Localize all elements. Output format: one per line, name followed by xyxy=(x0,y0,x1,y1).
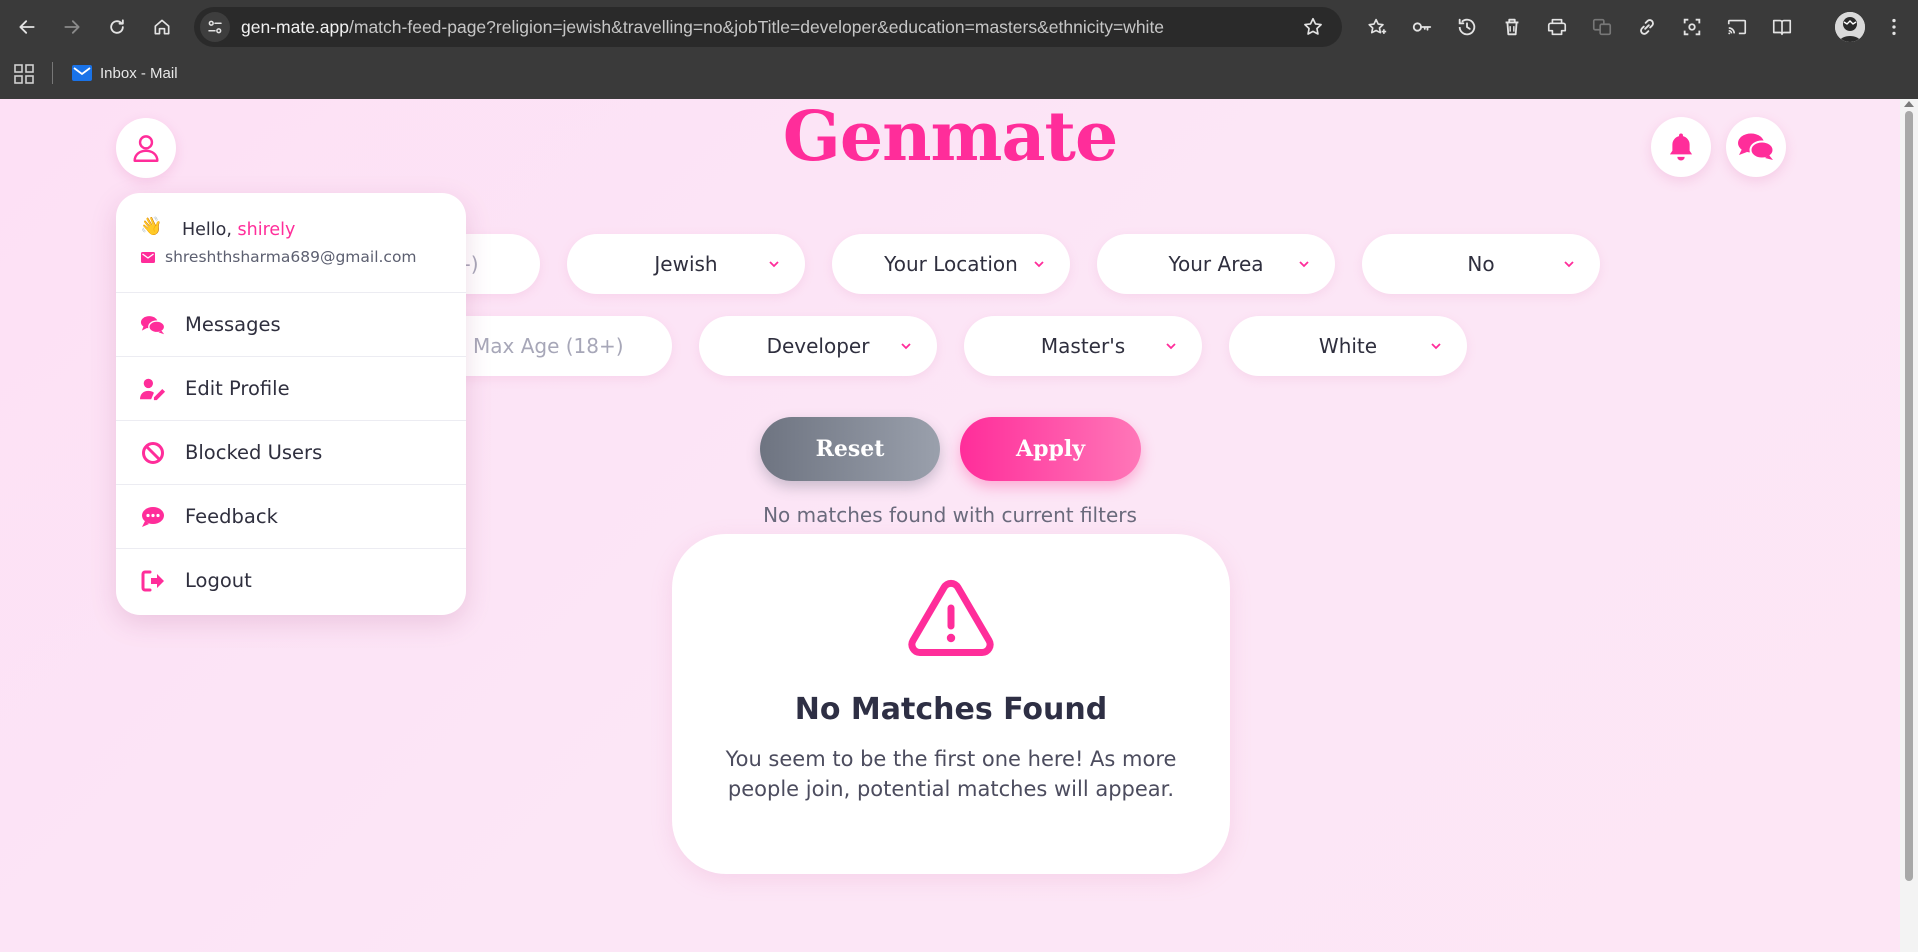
trash-icon[interactable] xyxy=(1498,13,1526,41)
menu-item-feedback[interactable]: Feedback xyxy=(116,485,466,549)
user-dropdown-menu: 👋 Hello, shirely shreshthsharma689@gmail… xyxy=(116,193,466,615)
blocked-icon xyxy=(142,442,164,464)
chat-bubbles-icon xyxy=(1738,133,1775,160)
messages-icon xyxy=(140,316,166,335)
browser-chrome: gen-mate.app/match-feed-page?religion=je… xyxy=(0,0,1918,99)
user-email: shreshthsharma689@gmail.com xyxy=(165,248,417,266)
empty-state-text: You seem to be the first one here! As mo… xyxy=(725,747,1177,801)
match-feed-page: Genmate -) Jewish Your Location Your Are… xyxy=(0,99,1900,952)
feedback-icon xyxy=(142,507,164,527)
chevron-down-icon xyxy=(1034,261,1044,268)
max-age-placeholder: Max Age (18+) xyxy=(473,334,624,358)
chevron-down-icon xyxy=(901,343,911,350)
bookmark-star-icon[interactable] xyxy=(1302,16,1324,38)
url-text[interactable]: gen-mate.app/match-feed-page?religion=je… xyxy=(241,7,1164,47)
education-value: Master's xyxy=(1040,334,1126,358)
menu-item-logout[interactable]: Logout xyxy=(116,549,466,613)
bookmarks-divider xyxy=(52,62,53,84)
menu-item-messages[interactable]: Messages xyxy=(116,293,466,357)
reset-button[interactable]: Reset xyxy=(760,417,940,481)
menu-item-edit-profile[interactable]: Edit Profile xyxy=(116,357,466,421)
waving-hand-icon: 👋 xyxy=(140,216,163,237)
app-logo[interactable]: Genmate xyxy=(0,99,1900,175)
favorites-icon[interactable] xyxy=(1363,13,1391,41)
menu-item-label: Blocked Users xyxy=(185,441,323,464)
notifications-button[interactable] xyxy=(1651,117,1711,177)
reading-mode-icon[interactable] xyxy=(1768,13,1796,41)
greeting: Hello, shirely xyxy=(182,220,295,240)
screenshot-icon[interactable] xyxy=(1678,13,1706,41)
area-value: Your Area xyxy=(1168,252,1264,276)
history-icon[interactable] xyxy=(1453,13,1481,41)
religion-filter[interactable]: Jewish xyxy=(567,234,805,294)
chevron-down-icon xyxy=(1431,343,1441,350)
chevron-down-icon xyxy=(1564,261,1574,268)
home-icon[interactable] xyxy=(147,12,177,42)
area-filter[interactable]: Your Area xyxy=(1097,234,1335,294)
bell-icon xyxy=(1669,133,1693,161)
bookmark-inbox-mail[interactable]: Inbox - Mail xyxy=(72,62,178,84)
browser-toolbar: gen-mate.app/match-feed-page?religion=je… xyxy=(0,0,1918,54)
cast-icon[interactable] xyxy=(1723,13,1751,41)
user-menu-header: 👋 Hello, shirely shreshthsharma689@gmail… xyxy=(116,193,466,293)
reload-icon[interactable] xyxy=(102,12,132,42)
site-settings-icon[interactable] xyxy=(200,12,230,42)
print-icon[interactable] xyxy=(1543,13,1571,41)
travelling-value: No xyxy=(1467,252,1495,276)
empty-state-card: No Matches Found You seem to be the firs… xyxy=(672,534,1230,874)
link-icon[interactable] xyxy=(1633,13,1661,41)
bookmarks-bar xyxy=(0,54,1918,99)
menu-item-blocked-users[interactable]: Blocked Users xyxy=(116,421,466,485)
greeting-text: Hello, xyxy=(182,220,232,240)
username: shirely xyxy=(237,220,296,240)
envelope-icon xyxy=(141,252,155,263)
warning-triangle-icon xyxy=(908,579,994,657)
translate-icon[interactable] xyxy=(1588,13,1616,41)
ethnicity-filter[interactable]: White xyxy=(1229,316,1467,376)
menu-item-label: Feedback xyxy=(185,505,278,528)
page-scrollbar[interactable] xyxy=(1900,99,1918,952)
menu-item-label: Logout xyxy=(185,569,252,592)
empty-state-title: No Matches Found xyxy=(794,692,1108,727)
job-title-filter[interactable]: Developer xyxy=(699,316,937,376)
key-icon[interactable] xyxy=(1408,13,1436,41)
address-bar[interactable]: gen-mate.app/match-feed-page?religion=je… xyxy=(194,7,1342,47)
travelling-filter[interactable]: No xyxy=(1362,234,1600,294)
location-filter[interactable]: Your Location xyxy=(832,234,1070,294)
chat-button[interactable] xyxy=(1726,117,1786,177)
profile-avatar-icon[interactable] xyxy=(1835,12,1865,42)
ethnicity-value: White xyxy=(1318,334,1378,358)
url-path: /match-feed-page?religion=jewish&travell… xyxy=(349,17,1165,37)
logout-icon xyxy=(141,570,164,592)
education-filter[interactable]: Master's xyxy=(964,316,1202,376)
apply-button[interactable]: Apply xyxy=(960,417,1141,481)
job-title-value: Developer xyxy=(766,334,870,358)
chevron-down-icon xyxy=(1166,343,1176,350)
profile-menu-button[interactable] xyxy=(116,118,176,178)
menu-item-label: Edit Profile xyxy=(185,377,290,400)
religion-value: Jewish xyxy=(654,252,718,276)
bookmark-label: Inbox - Mail xyxy=(100,64,178,82)
back-icon[interactable] xyxy=(12,12,42,42)
scroll-up-arrow-icon[interactable] xyxy=(1904,101,1914,107)
menu-item-label: Messages xyxy=(185,313,281,336)
location-value: Your Location xyxy=(884,252,1018,276)
url-host: gen-mate.app xyxy=(241,17,349,37)
chevron-down-icon xyxy=(1299,261,1309,268)
browser-menu-icon[interactable] xyxy=(1880,13,1908,41)
mail-icon xyxy=(72,65,92,81)
chevron-down-icon xyxy=(769,261,779,268)
edit-profile-icon xyxy=(140,378,166,401)
apps-grid-icon[interactable] xyxy=(14,64,34,84)
scrollbar-thumb[interactable] xyxy=(1905,111,1913,881)
user-icon xyxy=(133,135,159,162)
forward-icon[interactable] xyxy=(57,12,87,42)
